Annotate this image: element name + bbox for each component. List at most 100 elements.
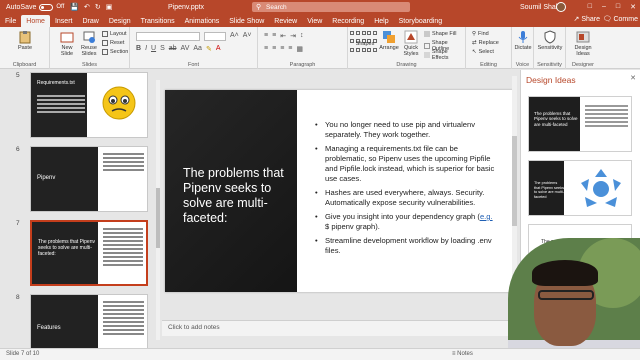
current-slide[interactable]: The problems that Pipenv seeks to solve … xyxy=(165,90,513,292)
tab-slide-show[interactable]: Slide Show xyxy=(224,15,269,27)
shrink-font-icon[interactable]: A˅ xyxy=(243,32,252,39)
notes-input[interactable]: Click to add notes xyxy=(162,320,520,336)
menu-bar: File Home Insert Draw Design Transitions… xyxy=(0,14,640,27)
close-icon[interactable]: ✕ xyxy=(630,3,636,11)
status-bar: Slide 7 of 10 ≡ Notes xyxy=(0,348,640,360)
slide-thumbnail-5[interactable]: Requirements.txt xyxy=(30,72,148,138)
quick-styles-button[interactable]: Quick Styles xyxy=(400,30,422,57)
thumbnails-scrollbar[interactable] xyxy=(156,80,160,340)
maximize-icon[interactable]: □ xyxy=(616,3,620,11)
slide-thumbnail-8[interactable]: Features xyxy=(30,294,148,348)
tab-transitions[interactable]: Transitions xyxy=(136,15,180,27)
minimize-icon[interactable]: – xyxy=(602,3,606,11)
strikethrough-icon[interactable]: ab xyxy=(169,45,177,53)
align-center-icon[interactable]: ≡ xyxy=(272,45,276,53)
reuse-slides-button[interactable]: Reuse Slides xyxy=(78,30,100,57)
design-ideas-label: Design Ideas xyxy=(574,45,592,57)
comments-label: Comme xyxy=(613,16,638,23)
align-right-icon[interactable]: ≡ xyxy=(280,45,284,53)
paste-button[interactable]: Paste xyxy=(14,30,36,51)
arrange-button[interactable]: Arrange xyxy=(378,30,400,51)
font-name-select[interactable] xyxy=(136,32,200,41)
italic-icon[interactable]: I xyxy=(145,45,147,53)
grow-font-icon[interactable]: A˄ xyxy=(230,32,239,39)
find-button[interactable]: ⚲ Find xyxy=(472,31,489,37)
tab-file[interactable]: File xyxy=(0,15,21,27)
sensitivity-button[interactable]: Sensitivity xyxy=(538,30,562,51)
increase-indent-icon[interactable]: ⇥ xyxy=(290,32,296,40)
design-ideas-button[interactable]: Design Ideas xyxy=(572,30,594,57)
font-label: Font xyxy=(187,62,199,68)
bullet-item: Hashes are used everywhere, always. Secu… xyxy=(315,188,497,208)
tab-review[interactable]: Review xyxy=(269,15,302,27)
tab-design[interactable]: Design xyxy=(104,15,136,27)
section-icon xyxy=(102,49,108,55)
list-buttons: ≡ ≡ ⇤ ⇥ ↕ xyxy=(264,32,303,40)
tab-storyboarding[interactable]: Storyboarding xyxy=(394,15,448,27)
decrease-indent-icon[interactable]: ⇤ xyxy=(280,32,286,40)
bullets-icon[interactable]: ≡ xyxy=(264,32,268,40)
design-idea-2[interactable]: The problems that Pipenv seeks to solve … xyxy=(528,160,632,216)
line-spacing-icon[interactable]: ↕ xyxy=(300,32,304,40)
avatar[interactable] xyxy=(556,2,566,12)
reuse-slides-icon xyxy=(83,31,95,43)
tab-home[interactable]: Home xyxy=(21,15,50,27)
search-input[interactable]: ⚲ Search xyxy=(252,2,410,12)
autosave-state: Off xyxy=(56,4,65,10)
layout-label: Layout xyxy=(110,31,127,37)
redo-icon[interactable]: ↻ xyxy=(95,3,101,11)
columns-icon[interactable]: ▦ xyxy=(296,45,303,53)
shadow-icon[interactable]: S xyxy=(160,45,165,53)
tab-animations[interactable]: Animations xyxy=(180,15,225,27)
bold-icon[interactable]: B xyxy=(136,45,141,53)
highlight-icon[interactable]: ✎ xyxy=(206,45,212,53)
present-icon[interactable]: ▣ xyxy=(106,3,113,11)
new-slide-button[interactable]: New Slide xyxy=(56,30,78,57)
autosave-toggle[interactable]: AutoSave Off xyxy=(6,3,65,11)
close-icon[interactable]: ✕ xyxy=(630,74,636,82)
underline-icon[interactable]: U xyxy=(151,45,156,53)
tab-help[interactable]: Help xyxy=(369,15,393,27)
justify-icon[interactable]: ≡ xyxy=(288,45,292,53)
design-idea-1[interactable]: The problems that Pipenv seeks to solve … xyxy=(528,96,632,152)
slide-title-panel: The problems that Pipenv seeks to solve … xyxy=(165,90,297,292)
tab-insert[interactable]: Insert xyxy=(50,15,78,27)
select-button[interactable]: ↖ Select xyxy=(472,49,494,55)
align-left-icon[interactable]: ≡ xyxy=(264,45,268,53)
user-name[interactable]: Soumil Shah xyxy=(520,4,560,11)
slide-bullet-list[interactable]: You no longer need to use pip and virtua… xyxy=(315,120,497,260)
change-case-icon[interactable]: Aa xyxy=(193,45,202,53)
slide-thumbnail-6[interactable]: Pipenv xyxy=(30,146,148,212)
font-color-icon[interactable]: A xyxy=(216,45,221,53)
tab-view[interactable]: View xyxy=(302,15,327,27)
thumbnail-title: Features xyxy=(37,325,61,331)
quick-styles-label: Quick Styles xyxy=(403,45,419,57)
tab-draw[interactable]: Draw xyxy=(77,15,103,27)
share-button[interactable]: ↗ Share xyxy=(574,15,601,23)
font-size-select[interactable] xyxy=(204,32,226,41)
undo-icon[interactable]: ↶ xyxy=(84,3,90,11)
char-spacing-icon[interactable]: AV xyxy=(181,45,190,53)
bullet-link[interactable]: e.g. xyxy=(480,212,493,221)
dictate-label: Dictate xyxy=(514,45,532,51)
clipboard-label: Clipboard xyxy=(12,62,37,68)
shape-effects-button[interactable]: Shape Effects xyxy=(424,49,465,61)
reset-button[interactable]: Reset xyxy=(102,40,124,46)
slide-thumbnail-7[interactable]: The problems that Pipenv seeks to solve … xyxy=(30,220,148,286)
notes-button[interactable]: ≡ Notes xyxy=(452,351,473,357)
new-slide-label: New Slide xyxy=(60,45,74,57)
slide-title[interactable]: The problems that Pipenv seeks to solve … xyxy=(183,166,293,226)
shapes-button[interactable]: Shapes xyxy=(354,41,376,47)
layout-icon xyxy=(102,31,108,37)
comments-button[interactable]: 🗨 Comme xyxy=(603,15,638,23)
numbering-icon[interactable]: ≡ xyxy=(272,32,276,40)
dictate-button[interactable]: Dictate xyxy=(512,30,534,51)
layout-button[interactable]: Layout xyxy=(102,31,127,37)
replace-button[interactable]: ⇄ Replace xyxy=(472,40,499,46)
ribbon-options-icon[interactable]: □ xyxy=(588,3,592,11)
autosave-label: AutoSave xyxy=(6,3,37,11)
section-button[interactable]: Section xyxy=(102,49,128,55)
shape-fill-button[interactable]: Shape Fill xyxy=(424,31,456,37)
save-icon[interactable]: 💾 xyxy=(70,3,79,11)
tab-recording[interactable]: Recording xyxy=(327,15,369,27)
